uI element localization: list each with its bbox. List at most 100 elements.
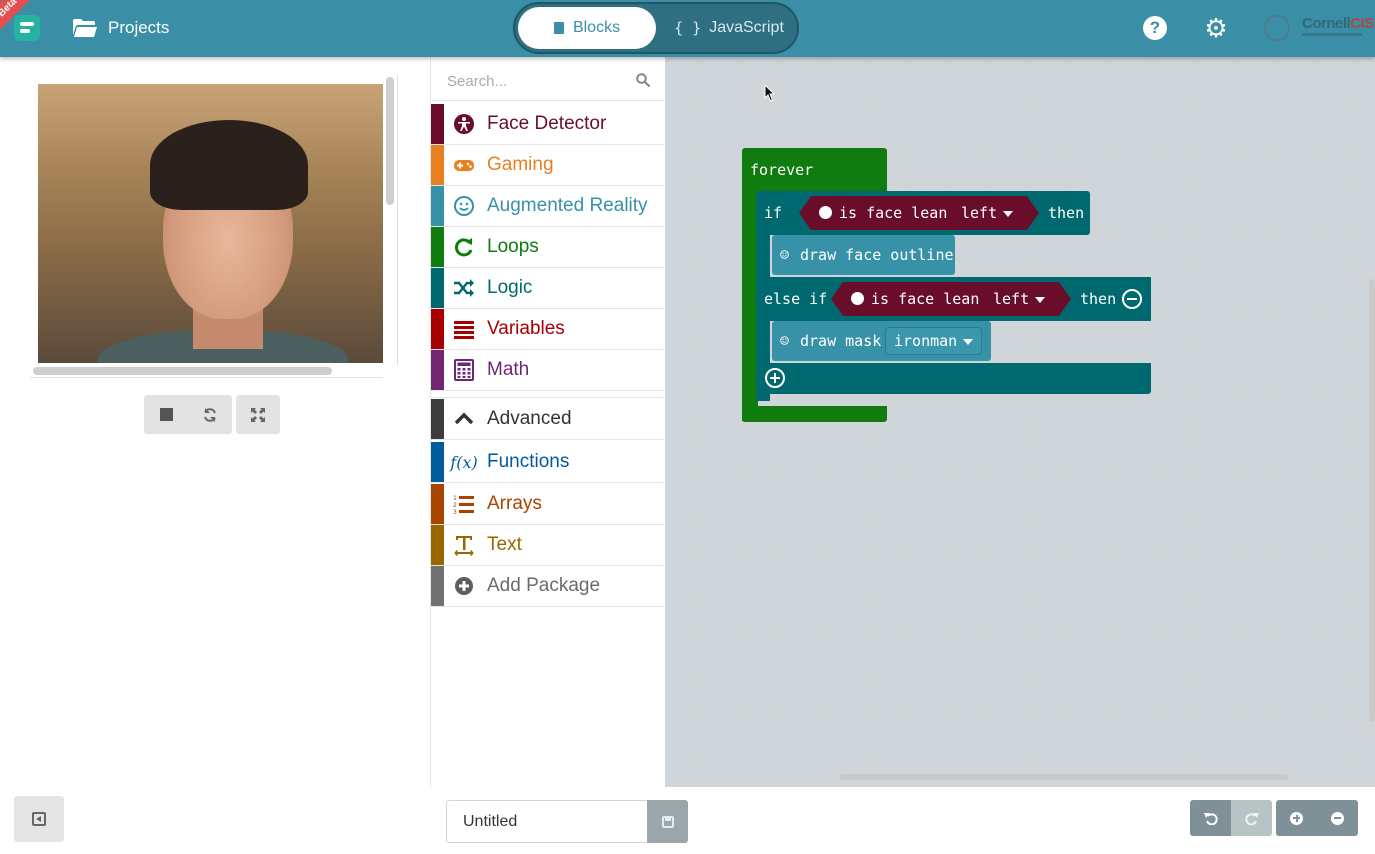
simulator-controls — [144, 395, 280, 434]
is-face-lean-block[interactable]: is face lean left — [799, 196, 1039, 230]
zoom-out-icon — [1331, 811, 1344, 825]
block-toolbox: Face Detector Gaming Augmented Reality L… — [430, 57, 666, 787]
shuffle-icon — [454, 279, 474, 297]
restart-button[interactable] — [188, 395, 232, 434]
category-label: Advanced — [487, 408, 572, 429]
restart-icon — [204, 407, 216, 422]
redo-icon — [1244, 813, 1259, 825]
undo-icon — [1203, 813, 1218, 825]
save-icon — [661, 815, 674, 828]
category-variables[interactable]: Variables — [431, 309, 666, 350]
category-label: Augmented Reality — [487, 195, 648, 216]
category-math[interactable]: Math — [431, 350, 666, 391]
svg-text:2: 2 — [453, 502, 457, 509]
loop-icon — [455, 238, 473, 257]
dropdown-arrow-icon — [1003, 211, 1013, 217]
category-text[interactable]: Text — [431, 525, 666, 566]
collapse-simulator-button[interactable] — [14, 796, 64, 842]
simulator-panel — [0, 57, 430, 854]
simulator-vertical-scrollbar[interactable] — [386, 77, 394, 205]
stop-button[interactable] — [144, 395, 188, 434]
top-menu-bar: Beta Projects Blocks { } JavaScript ? ⚙ … — [0, 0, 1375, 57]
forever-block[interactable]: forever — [742, 148, 887, 192]
minus-icon — [1127, 298, 1137, 300]
category-label: Logic — [487, 277, 533, 298]
calculator-icon — [454, 359, 474, 381]
save-project-button[interactable] — [647, 800, 688, 843]
blocks-mode-button[interactable]: Blocks — [518, 7, 656, 49]
draw-mask-block[interactable]: ☺ draw mask ironman — [772, 321, 991, 361]
gamepad-icon — [454, 160, 474, 171]
cornell-logo-subtitle — [1302, 33, 1362, 36]
undo-button[interactable] — [1190, 800, 1231, 836]
projects-button[interactable]: Projects — [72, 16, 169, 40]
smiley-icon — [454, 196, 474, 216]
category-label: Functions — [487, 451, 570, 472]
remove-else-if-button[interactable] — [1122, 289, 1142, 309]
simulator-horizontal-scrollbar[interactable] — [33, 367, 332, 375]
draw-face-outline-label: draw face outline — [800, 246, 954, 264]
is-face-lean-label: is face lean — [871, 290, 980, 308]
is-face-lean-label: is face lean — [839, 204, 948, 222]
smiley-icon: ☺ — [780, 246, 790, 264]
if-block-footer — [756, 363, 1151, 394]
collapse-left-icon — [32, 812, 46, 826]
workspace-vertical-scrollbar[interactable] — [1369, 279, 1375, 722]
category-label: Arrays — [487, 493, 542, 514]
category-augmented-reality[interactable]: Augmented Reality — [431, 186, 666, 227]
fullscreen-icon — [251, 407, 265, 422]
lean-direction-dropdown[interactable]: left — [993, 290, 1045, 308]
editor-mode-toggle: Blocks { } JavaScript — [513, 2, 799, 54]
app-logo[interactable] — [14, 15, 40, 41]
list-lines-icon — [454, 321, 474, 339]
project-name-input[interactable]: Untitled — [446, 800, 647, 843]
toolbox-divider — [431, 392, 666, 398]
zoom-in-button[interactable] — [1276, 800, 1317, 836]
dropdown-arrow-icon — [1035, 297, 1045, 303]
else-if-row[interactable]: else if is face lean left then — [756, 277, 1151, 321]
if-then-block[interactable]: if is face lean left then — [756, 191, 1090, 235]
draw-face-outline-block[interactable]: ☺ draw face outline — [772, 235, 955, 275]
help-icon[interactable]: ? — [1143, 16, 1167, 40]
redo-button[interactable] — [1231, 800, 1272, 836]
workspace-horizontal-scrollbar[interactable] — [839, 774, 1288, 780]
mouse-pointer-icon — [764, 84, 776, 102]
category-label: Loops — [487, 236, 539, 257]
category-loops[interactable]: Loops — [431, 227, 666, 268]
svg-text:1: 1 — [453, 495, 457, 502]
category-label: Math — [487, 359, 530, 380]
category-advanced[interactable]: Advanced — [431, 399, 666, 440]
draw-mask-label: draw mask — [800, 332, 882, 350]
category-label: Text — [487, 534, 522, 555]
is-face-lean-block[interactable]: is face lean left — [831, 282, 1071, 316]
projects-label: Projects — [108, 18, 170, 37]
toolbox-search-input[interactable] — [447, 69, 627, 93]
lean-direction-dropdown[interactable]: left — [961, 204, 1013, 222]
category-arrays[interactable]: 1 2 3 Arrays — [431, 484, 666, 525]
chevron-up-icon — [454, 412, 474, 425]
fullscreen-button[interactable] — [236, 395, 280, 434]
category-gaming[interactable]: Gaming — [431, 145, 666, 186]
mask-dropdown[interactable]: ironman — [885, 327, 983, 355]
category-logic[interactable]: Logic — [431, 268, 666, 309]
webcam-video — [38, 84, 383, 363]
else-if-keyword: else if — [764, 290, 828, 308]
blocks-workspace[interactable]: forever if is face lean left then ☺ draw… — [666, 57, 1375, 787]
category-functions[interactable]: f(x) Functions — [431, 442, 666, 483]
if-keyword: if — [764, 204, 783, 222]
zoom-out-button[interactable] — [1317, 800, 1358, 836]
add-else-if-button[interactable] — [765, 368, 785, 388]
plus-circle-icon — [455, 577, 473, 595]
gear-icon[interactable]: ⚙ — [1204, 15, 1228, 41]
category-label: Variables — [487, 318, 565, 339]
function-icon: f(x) — [450, 452, 478, 472]
javascript-mode-label: JavaScript — [709, 19, 784, 36]
category-add-package[interactable]: Add Package — [431, 566, 666, 607]
then-keyword: then — [1080, 290, 1117, 308]
category-face-detector[interactable]: Face Detector — [431, 104, 666, 145]
cornell-seal-logo — [1264, 15, 1290, 41]
stop-icon — [159, 408, 173, 421]
blocks-mode-label: Blocks — [572, 19, 621, 36]
smiley-icon: ☺ — [780, 332, 790, 350]
javascript-mode-button[interactable]: { } JavaScript — [665, 7, 793, 49]
